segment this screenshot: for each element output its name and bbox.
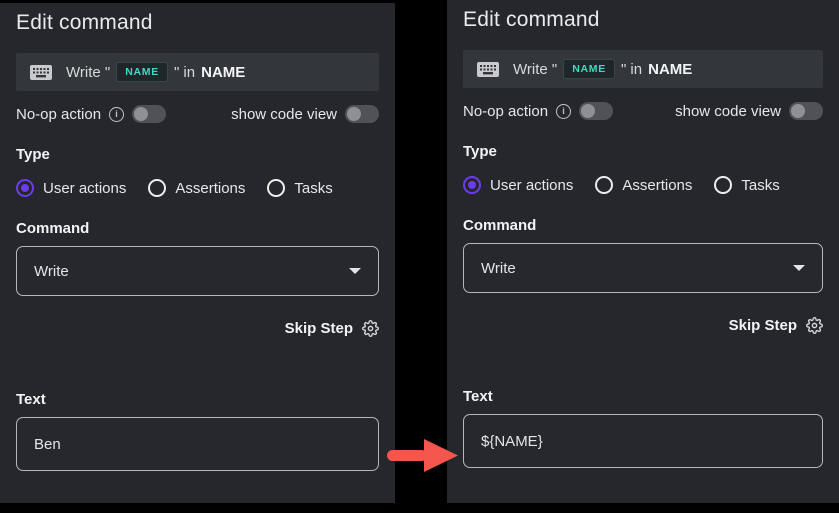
info-icon <box>556 104 571 119</box>
preview-prefix: Write " <box>513 61 557 78</box>
page-title: Edit command <box>463 0 823 32</box>
radio-circle <box>463 176 481 194</box>
before-after-composite: Edit command Write " NAME " in NAME No-op a… <box>0 0 839 513</box>
command-select[interactable]: Write <box>16 246 379 296</box>
toggle-knob <box>347 107 361 121</box>
preview-mid: " in <box>174 64 195 81</box>
text-input[interactable]: ${NAME} <box>463 414 823 468</box>
command-label: Command <box>16 220 379 237</box>
command-label: Command <box>463 217 823 234</box>
gear-icon[interactable] <box>806 317 823 334</box>
chevron-down-icon <box>349 268 361 274</box>
show-code-view-toggle[interactable] <box>789 102 823 120</box>
variable-chip: NAME <box>116 62 168 82</box>
noop-label: No-op action <box>463 103 548 120</box>
skip-step-row: Skip Step <box>463 317 823 334</box>
radio-circle <box>714 176 732 194</box>
preview-mid: " in <box>621 61 642 78</box>
radio-assertions[interactable]: Assertions <box>148 179 245 197</box>
text-input-value: Ben <box>34 436 61 453</box>
command-select-value: Write <box>481 260 516 277</box>
variable-chip: NAME <box>563 59 615 79</box>
toggles-row: No-op action show code view <box>16 105 379 123</box>
command-preview-text: Write " NAME " in NAME <box>513 59 692 79</box>
text-input[interactable]: Ben <box>16 417 379 471</box>
edit-command-panel-before: Edit command Write " NAME " in NAME No-op a… <box>0 3 395 503</box>
radio-tasks[interactable]: Tasks <box>267 179 332 197</box>
toggle-knob <box>581 104 595 118</box>
preview-target: NAME <box>201 64 245 81</box>
gear-icon[interactable] <box>362 320 379 337</box>
text-label: Text <box>463 388 823 405</box>
skip-step-row: Skip Step <box>16 320 379 337</box>
chevron-down-icon <box>793 265 805 271</box>
radio-user-actions[interactable]: User actions <box>16 179 126 197</box>
noop-toggle[interactable] <box>132 105 166 123</box>
preview-prefix: Write " <box>66 64 110 81</box>
type-label: Type <box>16 146 379 163</box>
text-input-value: ${NAME} <box>481 433 543 450</box>
toggle-knob <box>791 104 805 118</box>
type-radio-group: User actions Assertions Tasks <box>16 179 379 197</box>
command-preview: Write " NAME " in NAME <box>463 50 823 88</box>
toggles-row: No-op action show code view <box>463 102 823 120</box>
info-icon <box>109 107 124 122</box>
keyboard-icon <box>30 65 52 80</box>
noop-label: No-op action <box>16 106 101 123</box>
skip-step-label: Skip Step <box>285 320 353 337</box>
command-preview-text: Write " NAME " in NAME <box>66 62 245 82</box>
show-code-view-label: show code view <box>231 106 337 123</box>
show-code-view-toggle[interactable] <box>345 105 379 123</box>
command-select-value: Write <box>34 263 69 280</box>
show-code-view-label: show code view <box>675 103 781 120</box>
command-preview: Write " NAME " in NAME <box>16 53 379 91</box>
radio-assertions[interactable]: Assertions <box>595 176 692 194</box>
radio-circle <box>267 179 285 197</box>
radio-circle <box>595 176 613 194</box>
preview-target: NAME <box>648 61 692 78</box>
keyboard-icon <box>477 62 499 77</box>
command-select[interactable]: Write <box>463 243 823 293</box>
type-label: Type <box>463 143 823 160</box>
radio-circle <box>16 179 34 197</box>
skip-step-label: Skip Step <box>729 317 797 334</box>
type-radio-group: User actions Assertions Tasks <box>463 176 823 194</box>
radio-user-actions[interactable]: User actions <box>463 176 573 194</box>
text-label: Text <box>16 391 379 408</box>
arrow-right-icon <box>386 437 460 475</box>
radio-tasks[interactable]: Tasks <box>714 176 779 194</box>
toggle-knob <box>134 107 148 121</box>
noop-toggle[interactable] <box>579 102 613 120</box>
radio-circle <box>148 179 166 197</box>
edit-command-panel-after: Edit command Write " NAME " in NAME No-op a… <box>447 0 839 503</box>
page-title: Edit command <box>16 3 379 35</box>
